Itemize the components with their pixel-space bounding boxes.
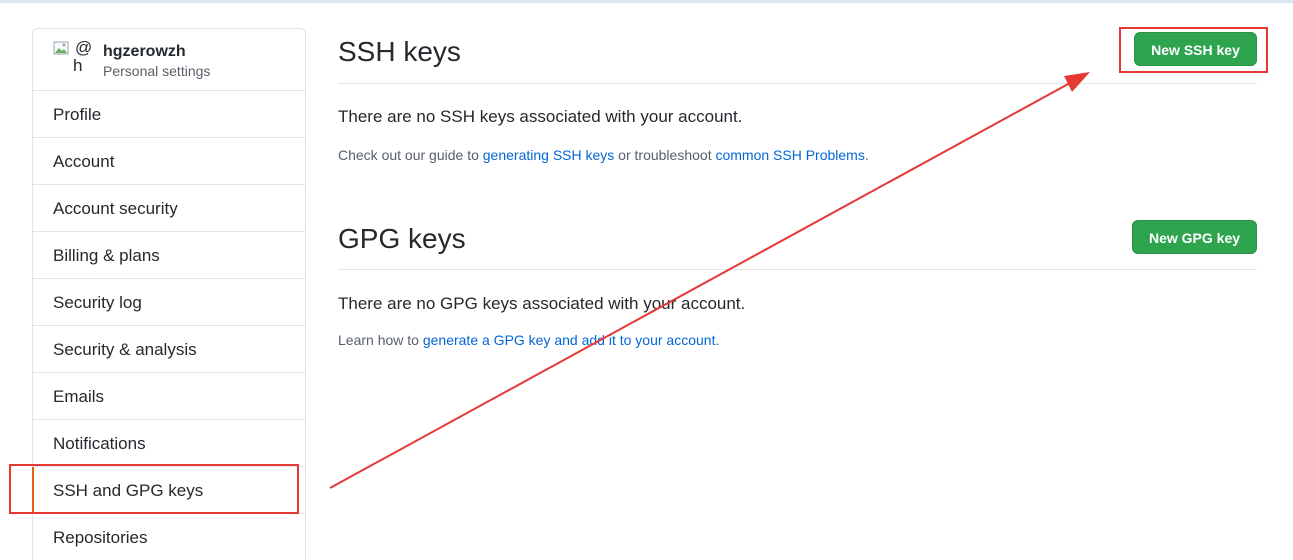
sidebar-item-billing-plans[interactable]: Billing & plans xyxy=(33,232,305,279)
sidebar-item-repositories[interactable]: Repositories xyxy=(33,514,305,560)
ssh-guide-text: Check out our guide to generating SSH ke… xyxy=(338,147,869,163)
common-ssh-problems-link[interactable]: common SSH Problems xyxy=(715,147,864,163)
gpg-keys-title: GPG keys xyxy=(338,223,466,254)
ssh-guide-suffix: . xyxy=(864,147,869,163)
sidebar-item-notifications[interactable]: Notifications xyxy=(33,420,305,467)
gpg-learn-suffix: . xyxy=(715,332,720,348)
new-gpg-key-button[interactable]: New GPG key xyxy=(1132,220,1257,254)
sidebar-item-ssh-gpg-keys[interactable]: SSH and GPG keys xyxy=(32,467,305,514)
avatar[interactable]: @ h xyxy=(53,38,93,76)
avatar-alt-initial: h xyxy=(73,56,83,75)
sidebar-item-emails[interactable]: Emails xyxy=(33,373,305,420)
gpg-learn-text: Learn how to generate a GPG key and add … xyxy=(338,332,719,348)
ssh-guide-prefix: Check out our guide to xyxy=(338,147,483,163)
ssh-guide-middle: or troubleshoot xyxy=(614,147,716,163)
gpg-learn-prefix: Learn how to xyxy=(338,332,423,348)
new-ssh-key-button[interactable]: New SSH key xyxy=(1134,32,1257,66)
ssh-keys-title: SSH keys xyxy=(338,36,461,67)
username[interactable]: hgzerowzh xyxy=(103,43,186,61)
ssh-empty-message: There are no SSH keys associated with yo… xyxy=(338,107,743,126)
personal-settings-label: Personal settings xyxy=(103,63,211,79)
top-border xyxy=(0,0,1293,3)
sidebar-item-security-analysis[interactable]: Security & analysis xyxy=(33,326,305,373)
profile-header[interactable]: @ h hgzerowzh Personal settings xyxy=(33,29,305,91)
generate-gpg-key-link[interactable]: generate a GPG key and add it to your ac… xyxy=(423,332,716,348)
generating-ssh-keys-link[interactable]: generating SSH keys xyxy=(483,147,615,163)
sidebar-item-account[interactable]: Account xyxy=(33,138,305,185)
sidebar-item-profile[interactable]: Profile xyxy=(33,91,305,138)
gpg-section-header: GPG keys xyxy=(338,216,1257,270)
ssh-section-header: SSH keys New SSH key xyxy=(338,28,1257,84)
avatar-alt-glyph: @ xyxy=(75,38,93,57)
settings-sidebar: @ h hgzerowzh Personal settings Profile … xyxy=(32,28,306,560)
sidebar-item-account-security[interactable]: Account security xyxy=(33,185,305,232)
broken-image-icon xyxy=(53,41,69,55)
main-content: SSH keys New SSH key There are no SSH ke… xyxy=(338,28,1257,348)
sidebar-item-security-log[interactable]: Security log xyxy=(33,279,305,326)
gpg-empty-message: There are no GPG keys associated with yo… xyxy=(338,294,746,313)
